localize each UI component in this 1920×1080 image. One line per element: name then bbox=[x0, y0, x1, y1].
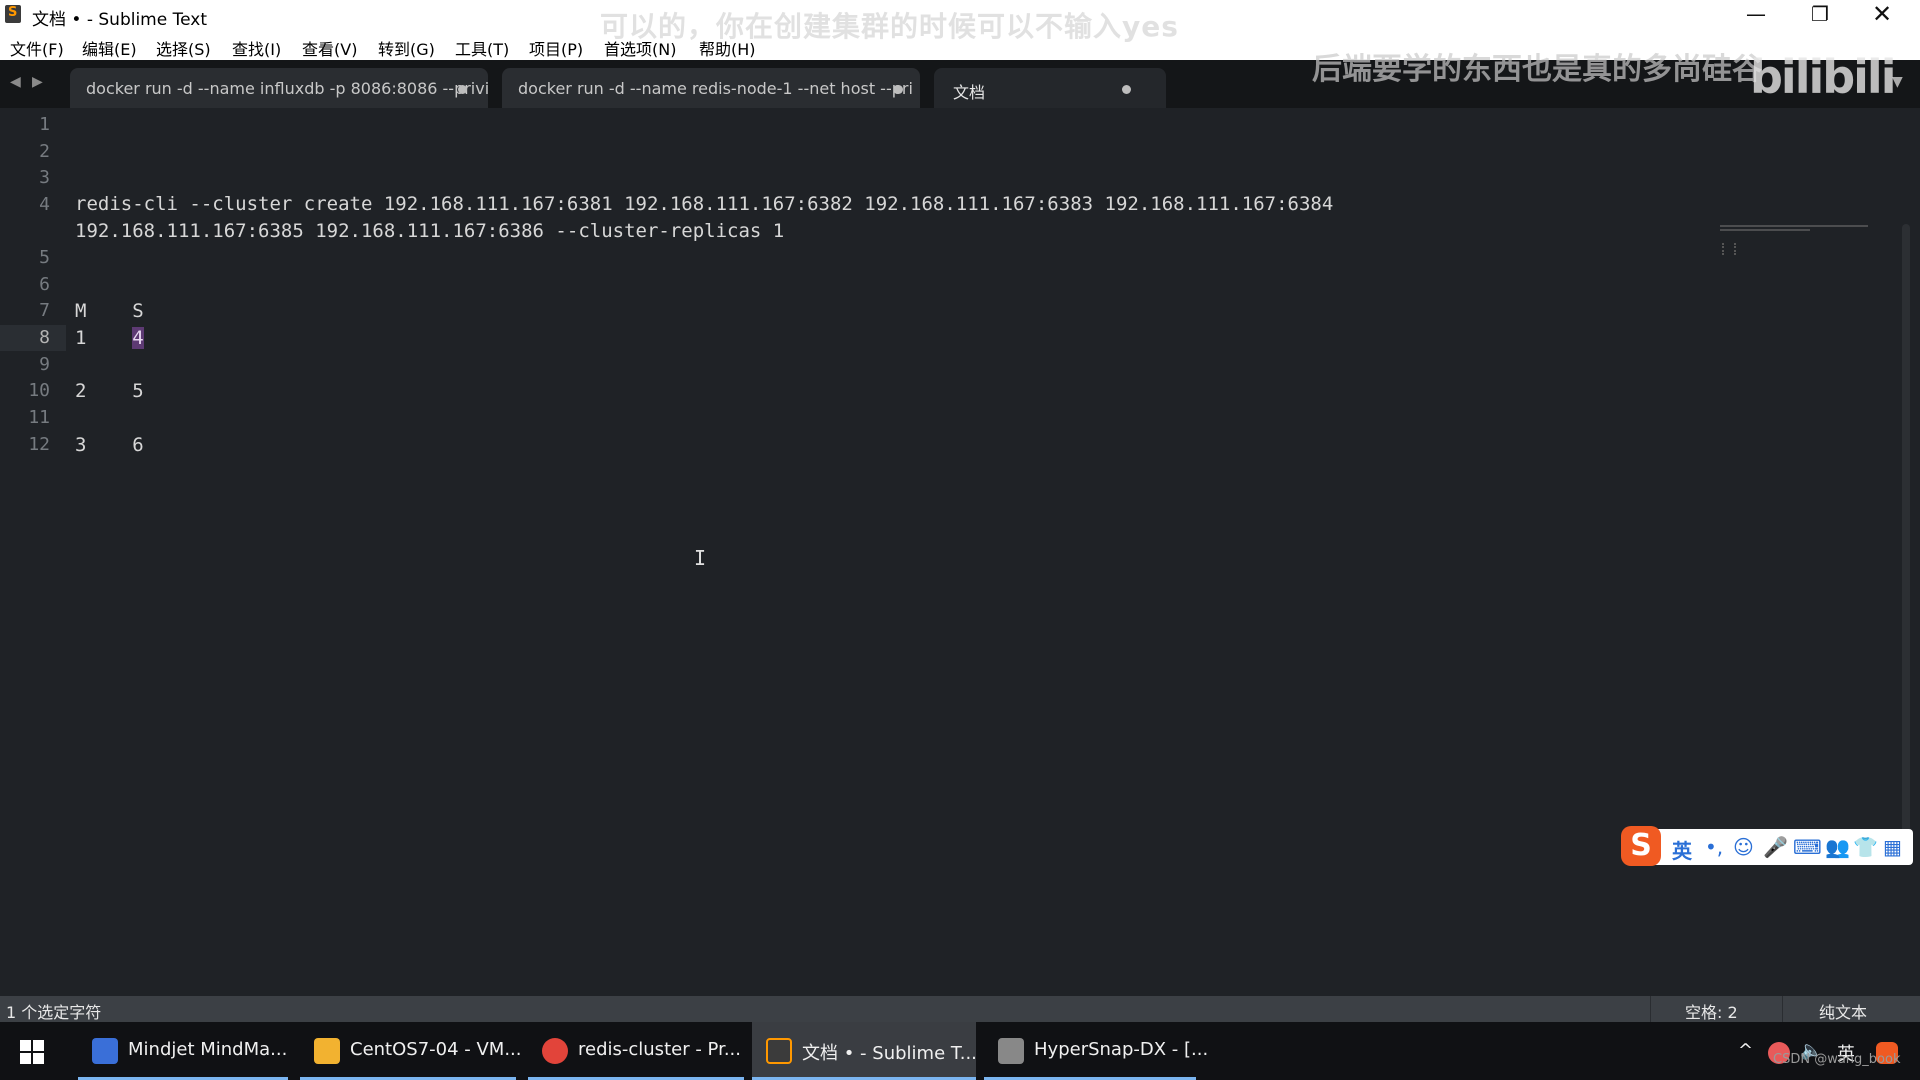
menu-view[interactable]: 查看(V) bbox=[302, 36, 357, 60]
unsaved-dot-icon[interactable] bbox=[894, 85, 903, 94]
hypersnap-camera-icon bbox=[998, 1038, 1024, 1064]
mic-icon[interactable]: 🎤 bbox=[1763, 835, 1788, 859]
restore-button[interactable]: ❐ bbox=[1790, 0, 1850, 30]
code-line-8[interactable]: 1 4 bbox=[75, 327, 144, 349]
menu-edit[interactable]: 编辑(E) bbox=[82, 36, 137, 60]
bilibili-logo: bilibili bbox=[1750, 50, 1896, 104]
video-subtitle: 可以的，你在创建集群的时候可以不输入yes bbox=[600, 10, 1179, 43]
code-line-4[interactable]: redis-cli --cluster create 192.168.111.1… bbox=[75, 193, 1333, 215]
windows-start-icon[interactable] bbox=[20, 1040, 44, 1064]
vertical-scrollbar[interactable] bbox=[1902, 224, 1910, 864]
menu-project[interactable]: 项目(P) bbox=[529, 36, 583, 60]
tab-prev-icon[interactable]: ◀ bbox=[10, 74, 21, 90]
csdn-watermark: CSDN @wang_book bbox=[1773, 1052, 1901, 1067]
sublime-icon bbox=[766, 1038, 792, 1064]
channel-name: 尚硅谷 bbox=[1672, 52, 1762, 87]
emoji-icon[interactable]: ☺ bbox=[1733, 835, 1754, 859]
minimize-button[interactable]: — bbox=[1726, 0, 1786, 30]
code-line-10[interactable]: 2 5 bbox=[75, 380, 144, 402]
tab-next-icon[interactable]: ▶ bbox=[32, 74, 43, 90]
status-bar: 1 个选定字符 空格: 2 纯文本 bbox=[0, 996, 1920, 1022]
line-number: 12 bbox=[28, 434, 50, 455]
sogou-logo-icon[interactable]: S bbox=[1621, 826, 1661, 866]
syntax-status[interactable]: 纯文本 bbox=[1819, 999, 1867, 1023]
close-button[interactable]: ✕ bbox=[1852, 0, 1912, 30]
tab-label: docker run -d --name redis-node-1 --net … bbox=[518, 79, 913, 98]
menu-selection[interactable]: 选择(S) bbox=[156, 36, 211, 60]
taskbar: Mindjet MindMa... CentOS7-04 - VM... red… bbox=[0, 1022, 1920, 1080]
line-number: 4 bbox=[39, 194, 50, 215]
tab-label: docker run -d --name influxdb -p 8086:80… bbox=[86, 79, 490, 98]
status-divider bbox=[1650, 996, 1651, 1022]
line-number: 1 bbox=[39, 114, 50, 135]
menu-file[interactable]: 文件(F) bbox=[10, 36, 64, 60]
unsaved-dot-icon[interactable] bbox=[458, 85, 467, 94]
tab-influxdb[interactable]: docker run -d --name influxdb -p 8086:80… bbox=[70, 68, 490, 108]
line-number: 3 bbox=[39, 167, 50, 188]
line-number: 6 bbox=[39, 274, 50, 295]
selected-text[interactable]: 4 bbox=[132, 327, 144, 349]
unsaved-dot-icon[interactable] bbox=[1122, 85, 1131, 94]
line-number: 5 bbox=[39, 247, 50, 268]
line-number: 11 bbox=[28, 407, 50, 428]
window-title: 文档 • - Sublime Text bbox=[32, 10, 207, 30]
tab-document[interactable]: 文档 bbox=[934, 68, 1166, 108]
line-number: 2 bbox=[39, 141, 50, 162]
code-line-12[interactable]: 3 6 bbox=[75, 434, 144, 456]
taskbar-app-label: CentOS7-04 - VM... bbox=[350, 1039, 522, 1060]
taskbar-app-label: redis-cluster - Pr... bbox=[578, 1039, 741, 1060]
code-text: 1 bbox=[75, 327, 133, 349]
taskbar-app-hypersnap[interactable]: HyperSnap-DX - [... bbox=[984, 1022, 1208, 1080]
status-divider bbox=[1782, 996, 1783, 1022]
line-number: 10 bbox=[28, 380, 50, 401]
selection-status: 1 个选定字符 bbox=[6, 1003, 102, 1022]
taskbar-app-vmware[interactable]: CentOS7-04 - VM... bbox=[300, 1022, 522, 1080]
keyboard-icon[interactable]: ⌨ bbox=[1793, 835, 1822, 859]
code-line-7[interactable]: M S bbox=[75, 300, 144, 322]
mindjet-icon bbox=[92, 1038, 118, 1064]
tray-chevron-icon[interactable]: ^ bbox=[1738, 1040, 1753, 1061]
ime-lang-toggle[interactable]: 英 bbox=[1672, 835, 1692, 864]
indentation-status[interactable]: 空格: 2 bbox=[1685, 999, 1738, 1023]
menu-tools[interactable]: 工具(T) bbox=[455, 36, 509, 60]
taskbar-app-label: 文档 • - Sublime T... bbox=[802, 1043, 977, 1064]
ime-toolbar[interactable]: S 英 •, ☺ 🎤 ⌨ 👥 👕 ▦ bbox=[1621, 826, 1913, 866]
punct-icon[interactable]: •, bbox=[1705, 835, 1723, 859]
tab-redis-node[interactable]: docker run -d --name redis-node-1 --net … bbox=[502, 68, 920, 108]
text-cursor-icon: I bbox=[694, 546, 707, 570]
watermark-text: 后端要学的东西也是真的多 bbox=[1312, 52, 1672, 87]
minimap[interactable] bbox=[1720, 225, 1870, 237]
menu-goto[interactable]: 转到(G) bbox=[378, 36, 435, 60]
line-number-current: 8 bbox=[39, 327, 50, 348]
tab-label: 文档 bbox=[953, 83, 986, 102]
user-icon[interactable]: 👥 bbox=[1825, 835, 1850, 859]
grid-icon[interactable]: ▦ bbox=[1883, 835, 1902, 859]
shirt-icon[interactable]: 👕 bbox=[1853, 835, 1878, 859]
chrome-icon bbox=[542, 1038, 568, 1064]
code-line-4-wrap[interactable]: 192.168.111.167:6385 192.168.111.167:638… bbox=[75, 220, 784, 242]
sublime-app-icon bbox=[5, 5, 21, 23]
taskbar-app-mindjet[interactable]: Mindjet MindMa... bbox=[78, 1022, 288, 1080]
taskbar-app-sublime[interactable]: 文档 • - Sublime T... bbox=[752, 1022, 977, 1080]
taskbar-app-label: Mindjet MindMa... bbox=[128, 1039, 288, 1060]
taskbar-app-chrome[interactable]: redis-cluster - Pr... bbox=[528, 1022, 744, 1080]
line-number: 7 bbox=[39, 300, 50, 321]
taskbar-app-label: HyperSnap-DX - [... bbox=[1034, 1039, 1209, 1060]
vmware-icon bbox=[314, 1038, 340, 1064]
line-number: 9 bbox=[39, 354, 50, 375]
minimap-viewport[interactable] bbox=[1722, 243, 1736, 255]
video-watermark: 后端要学的东西也是真的多尚硅谷 bbox=[1312, 44, 1762, 88]
menu-find[interactable]: 查找(I) bbox=[232, 36, 281, 60]
